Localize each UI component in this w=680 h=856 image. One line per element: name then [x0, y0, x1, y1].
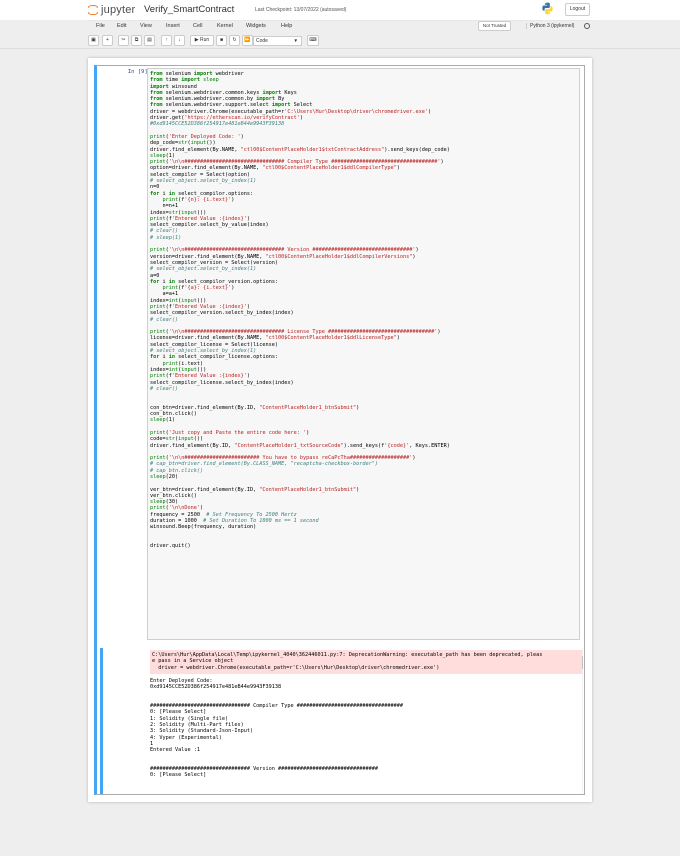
- chevron-down-icon: ▼: [293, 38, 298, 43]
- restart-button[interactable]: ↻: [229, 35, 240, 46]
- move-up-button[interactable]: ↑: [161, 35, 172, 46]
- menu-insert[interactable]: Insert: [166, 23, 180, 29]
- insert-cell-button[interactable]: +: [102, 35, 113, 46]
- python-logo-icon: [542, 2, 553, 15]
- code-line: driver.find_element(By.NAME, "ctl00$Cont…: [150, 146, 450, 153]
- logout-button[interactable]: Logout: [565, 3, 590, 16]
- code-line: driver.quit(): [150, 543, 191, 550]
- paste-button[interactable]: ▤: [144, 35, 155, 46]
- menu-edit[interactable]: Edit: [117, 23, 126, 29]
- output-scrollbar[interactable]: ▲ ▼: [582, 648, 583, 794]
- toolbar-divider: [0, 48, 680, 49]
- checkpoint-text: Last Checkpoint: 13/07/2022: [255, 7, 319, 13]
- checkpoint-status: Last Checkpoint: 13/07/2022 (autosaved): [255, 7, 346, 13]
- arrow-down-icon: ↓: [178, 37, 181, 43]
- save-button[interactable]: ▣: [88, 35, 99, 46]
- cut-button[interactable]: ✂: [118, 35, 129, 46]
- trust-button[interactable]: Not Trusted: [478, 21, 511, 31]
- copy-button[interactable]: ⧉: [131, 35, 142, 46]
- scissors-icon: ✂: [121, 37, 126, 43]
- notebook-container: In [9]: from selenium import webdriver fr…: [88, 58, 592, 802]
- scrollbar-thumb[interactable]: [582, 656, 583, 669]
- restart-icon: ↻: [232, 37, 237, 43]
- stdout-line: 0: [Please Select]: [150, 772, 207, 779]
- menu-kernel[interactable]: Kernel: [217, 23, 233, 29]
- menu-view[interactable]: View: [140, 23, 152, 29]
- stdout-output: Enter Deployed Code: 0xd9145CCE52D386f254…: [150, 678, 403, 779]
- stderr-output: C:\Users\Hur\AppData\Local\Temp\ipykerne…: [150, 650, 583, 674]
- fast-forward-icon: ⏩: [244, 37, 251, 43]
- kernel-idle-icon: [584, 23, 590, 29]
- paste-icon: ▤: [147, 37, 152, 43]
- command-palette-button[interactable]: ⌨: [307, 35, 319, 46]
- toolbar: ▣ + ✂ ⧉ ▤ ↑ ↓ ▶ Run ■ ↻ ⏩ Code ▼ ⌨: [88, 35, 593, 47]
- arrow-up-icon: ↑: [165, 37, 168, 43]
- stop-icon: ■: [219, 37, 224, 43]
- restart-run-all-button[interactable]: ⏩: [242, 35, 253, 46]
- menu-cell[interactable]: Cell: [193, 23, 202, 29]
- code-editor[interactable]: from selenium import webdriver from time …: [147, 68, 580, 640]
- code-cell[interactable]: In [9]: from selenium import webdriver fr…: [94, 65, 585, 795]
- cell-type-value: Code: [256, 38, 268, 44]
- jupyter-orb-icon: [88, 5, 98, 15]
- stderr-line: driver = webdriver.Chrome(executable_pat…: [152, 664, 440, 671]
- code-line: version=driver.find_element(By.NAME, "ct…: [150, 253, 416, 260]
- play-icon: ▶: [194, 37, 199, 43]
- jupyter-logo[interactable]: jupyter: [88, 3, 135, 17]
- code-text: from selenium import webdriver from time …: [150, 71, 450, 550]
- input-prompt: In [9]:: [127, 69, 151, 75]
- output-scroll-region[interactable]: C:\Users\Hur\AppData\Local\Temp\ipykerne…: [100, 648, 583, 794]
- output-area[interactable]: C:\Users\Hur\AppData\Local\Temp\ipykerne…: [100, 648, 583, 794]
- interrupt-button[interactable]: ■: [216, 35, 227, 46]
- copy-icon: ⧉: [134, 37, 139, 43]
- run-label: Run: [200, 37, 210, 43]
- autosave-text: (autosaved): [320, 7, 347, 13]
- scroll-down-icon[interactable]: ▼: [582, 788, 584, 793]
- menu-help[interactable]: Help: [281, 23, 292, 29]
- logo-text: jupyter: [101, 4, 136, 16]
- plus-icon: +: [106, 37, 109, 43]
- notebook-name[interactable]: Verify_SmartContract: [144, 4, 234, 15]
- save-icon: ▣: [91, 37, 96, 43]
- kernel-name: Python 3 (ipykernel): [526, 23, 574, 29]
- menu-widgets[interactable]: Widgets: [246, 23, 266, 29]
- run-button[interactable]: ▶ Run: [190, 35, 214, 46]
- header: jupyter Verify_SmartContract Last Checkp…: [0, 0, 680, 20]
- menubar: File Edit View Insert Cell Kernel Widget…: [88, 20, 593, 33]
- keyboard-icon: ⌨: [309, 37, 317, 43]
- scroll-up-icon[interactable]: ▲: [582, 648, 584, 653]
- cell-type-select[interactable]: Code ▼: [253, 36, 302, 46]
- menu-file[interactable]: File: [96, 23, 105, 29]
- move-down-button[interactable]: ↓: [174, 35, 185, 46]
- code-line: driver.find_element(By.ID, "ContentPlace…: [150, 442, 450, 449]
